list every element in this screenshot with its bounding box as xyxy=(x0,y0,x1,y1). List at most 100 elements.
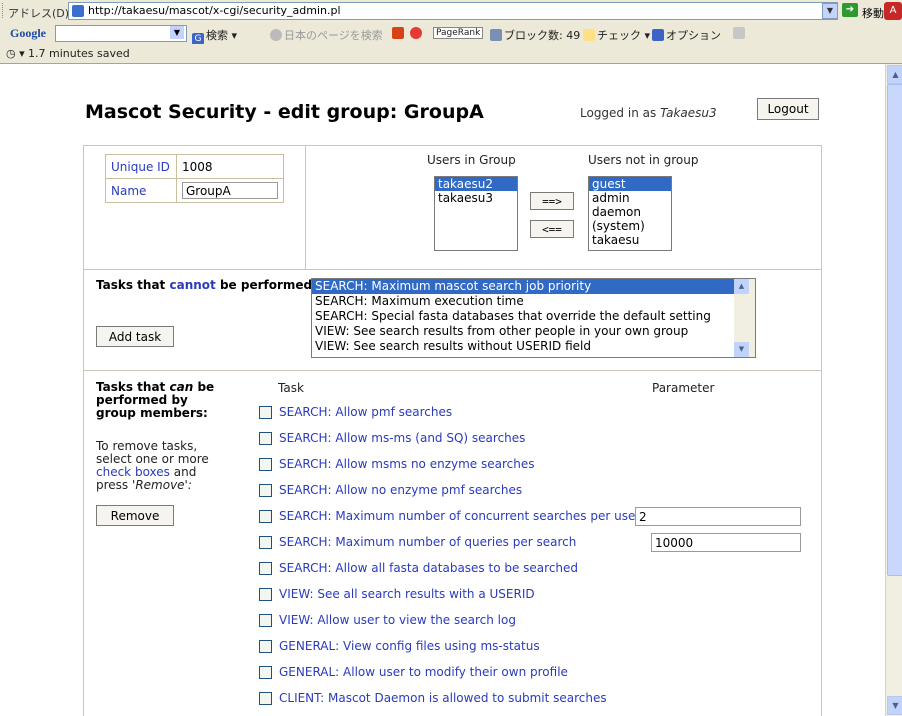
list-item[interactable]: VIEW: See search results from other peop… xyxy=(312,324,739,339)
task-name: SEARCH: Allow pmf searches xyxy=(279,405,453,419)
popup-block-count[interactable]: ブロック数: 49 xyxy=(490,27,580,43)
cannot-tasks-list[interactable]: SEARCH: Maximum mascot search job priori… xyxy=(311,278,756,358)
history-icon[interactable]: ◷ ▾ xyxy=(6,47,25,60)
chevron-down-icon[interactable]: ▼ xyxy=(822,3,838,19)
users-in-group-heading: Users in Group xyxy=(427,153,516,167)
task-row: SEARCH: Maximum number of queries per se… xyxy=(257,533,817,552)
scroll-down-icon[interactable]: ▼ xyxy=(734,342,749,357)
task-name: SEARCH: Allow no enzyme pmf searches xyxy=(279,483,523,497)
google-toolbar: Google ▼ G 検索 ▾ 日本のページを検索 PageRank ブロック数:… xyxy=(0,22,902,45)
task-checkbox[interactable] xyxy=(259,484,272,497)
saved-status-bar: ◷ ▾ 1.7 minutes saved xyxy=(0,44,902,64)
task-column-header: Task xyxy=(278,381,304,395)
task-checkbox[interactable] xyxy=(259,692,272,705)
task-name: SEARCH: Maximum number of queries per se… xyxy=(279,535,577,549)
add-user-button[interactable]: ==> xyxy=(530,192,574,210)
options-button[interactable]: オプション xyxy=(652,27,721,43)
remove-instructions: To remove tasks, select one or more chec… xyxy=(96,439,209,492)
url-text: http://takaesu/mascot/x-cgi/security_adm… xyxy=(88,4,341,17)
task-name: VIEW: See all search results with a USER… xyxy=(279,587,535,601)
pdf-icon[interactable]: A xyxy=(884,2,902,20)
list-item[interactable]: SEARCH: Maximum mascot search job priori… xyxy=(312,279,739,294)
users-panel: Users in Group Users not in group takaes… xyxy=(305,145,822,270)
group-info-panel: Unique ID 1008 Name xyxy=(83,145,306,270)
japanese-pages-search[interactable]: 日本のページを検索 xyxy=(270,27,383,43)
google-search-button[interactable]: G 検索 ▾ xyxy=(192,27,237,45)
news-icon[interactable] xyxy=(392,27,404,39)
task-row: SEARCH: Allow no enzyme pmf searches xyxy=(257,481,817,499)
highlight-icon[interactable] xyxy=(410,27,422,39)
options-icon xyxy=(652,29,664,41)
task-name: SEARCH: Allow msms no enzyme searches xyxy=(279,457,535,471)
task-name: SEARCH: Allow all fasta databases to be … xyxy=(279,561,579,575)
list-item[interactable]: takaesu2 xyxy=(435,177,517,191)
parameter-input[interactable] xyxy=(651,533,801,552)
group-info-table: Unique ID 1008 Name xyxy=(105,154,284,203)
spell-check-button[interactable]: チェック ▾ xyxy=(583,27,650,43)
users-not-in-group-list[interactable]: guest admin daemon (system) takaesu xyxy=(588,176,672,251)
list-scrollbar[interactable]: ▲ ▼ xyxy=(734,279,755,357)
address-label: アドレス(D) xyxy=(8,7,70,20)
google-logo[interactable]: Google xyxy=(10,26,46,41)
remove-user-button[interactable]: <== xyxy=(530,220,574,238)
google-search-input[interactable] xyxy=(55,25,187,42)
task-name: GENERAL: Allow user to modify their own … xyxy=(279,665,568,679)
unique-id-value: 1008 xyxy=(176,154,284,179)
cannot-word: cannot xyxy=(169,278,216,292)
task-row: GENERAL: Allow user to modify their own … xyxy=(257,663,817,681)
scroll-down-icon[interactable]: ▼ xyxy=(887,696,902,715)
task-checkbox[interactable] xyxy=(259,614,272,627)
list-item[interactable]: daemon xyxy=(589,205,671,219)
task-checkbox[interactable] xyxy=(259,640,272,653)
task-checkbox[interactable] xyxy=(259,406,272,419)
group-name-input[interactable] xyxy=(182,182,278,199)
scroll-thumb[interactable] xyxy=(887,84,902,576)
task-checkbox[interactable] xyxy=(259,666,272,679)
list-item[interactable]: takaesu3 xyxy=(435,191,517,205)
task-checkbox[interactable] xyxy=(259,458,272,471)
list-item[interactable]: guest xyxy=(589,177,671,191)
chevron-down-icon[interactable]: ▼ xyxy=(170,26,184,39)
task-row: VIEW: Allow user to view the search log xyxy=(257,611,817,629)
url-input[interactable]: http://takaesu/mascot/x-cgi/security_adm… xyxy=(68,2,838,20)
users-not-in-group-heading: Users not in group xyxy=(588,153,699,167)
check-boxes-link: check boxes xyxy=(96,465,170,479)
list-item[interactable]: takaesu xyxy=(589,233,671,247)
can-tasks-label: Tasks that can be performed by group mem… xyxy=(96,380,215,420)
logged-in-status: Logged in as Takaesu3 xyxy=(580,106,717,120)
abc-check-icon xyxy=(583,29,595,41)
task-checkbox[interactable] xyxy=(259,562,272,575)
list-item[interactable]: SEARCH: Maximum execution time xyxy=(312,294,739,309)
users-in-group-list[interactable]: takaesu2 takaesu3 xyxy=(434,176,518,251)
list-item[interactable]: SEARCH: Special fasta databases that ove… xyxy=(312,309,739,324)
task-row: SEARCH: Maximum number of concurrent sea… xyxy=(257,507,817,526)
remove-button[interactable]: Remove xyxy=(96,505,174,526)
task-checkbox[interactable] xyxy=(259,510,272,523)
go-arrow-icon[interactable]: ➔ xyxy=(842,3,858,17)
task-checkbox[interactable] xyxy=(259,536,272,549)
task-row: CLIENT: Mascot Daemon is allowed to subm… xyxy=(257,689,817,707)
task-row: SEARCH: Allow pmf searches xyxy=(257,403,817,421)
task-row: VIEW: See all search results with a USER… xyxy=(257,585,817,603)
parameter-input[interactable] xyxy=(635,507,801,526)
task-name: CLIENT: Mascot Daemon is allowed to subm… xyxy=(279,691,607,705)
task-checkbox[interactable] xyxy=(259,588,272,601)
saved-status-text: 1.7 minutes saved xyxy=(28,47,130,60)
task-checkbox[interactable] xyxy=(259,432,272,445)
add-task-button[interactable]: Add task xyxy=(96,326,174,347)
scroll-up-icon[interactable]: ▲ xyxy=(887,65,902,84)
task-name: SEARCH: Allow ms-ms (and SQ) searches xyxy=(279,431,526,445)
go-button-label[interactable]: 移動 xyxy=(862,5,884,21)
address-bar: アドレス(D) http://takaesu/mascot/x-cgi/secu… xyxy=(0,0,902,23)
list-item[interactable]: VIEW: See search results without USERID … xyxy=(312,339,739,354)
task-row: GENERAL: View config files using ms-stat… xyxy=(257,637,817,655)
logged-in-user: Takaesu3 xyxy=(660,106,717,120)
parameter-column-header: Parameter xyxy=(652,381,715,395)
logout-button[interactable]: Logout xyxy=(757,98,819,120)
toolbar-grip[interactable] xyxy=(2,3,6,18)
page-scrollbar[interactable]: ▲ ▼ xyxy=(885,64,902,716)
list-item[interactable]: (system) xyxy=(589,219,671,233)
list-item[interactable]: admin xyxy=(589,191,671,205)
pencil-icon[interactable] xyxy=(733,27,745,39)
scroll-up-icon[interactable]: ▲ xyxy=(734,279,749,294)
